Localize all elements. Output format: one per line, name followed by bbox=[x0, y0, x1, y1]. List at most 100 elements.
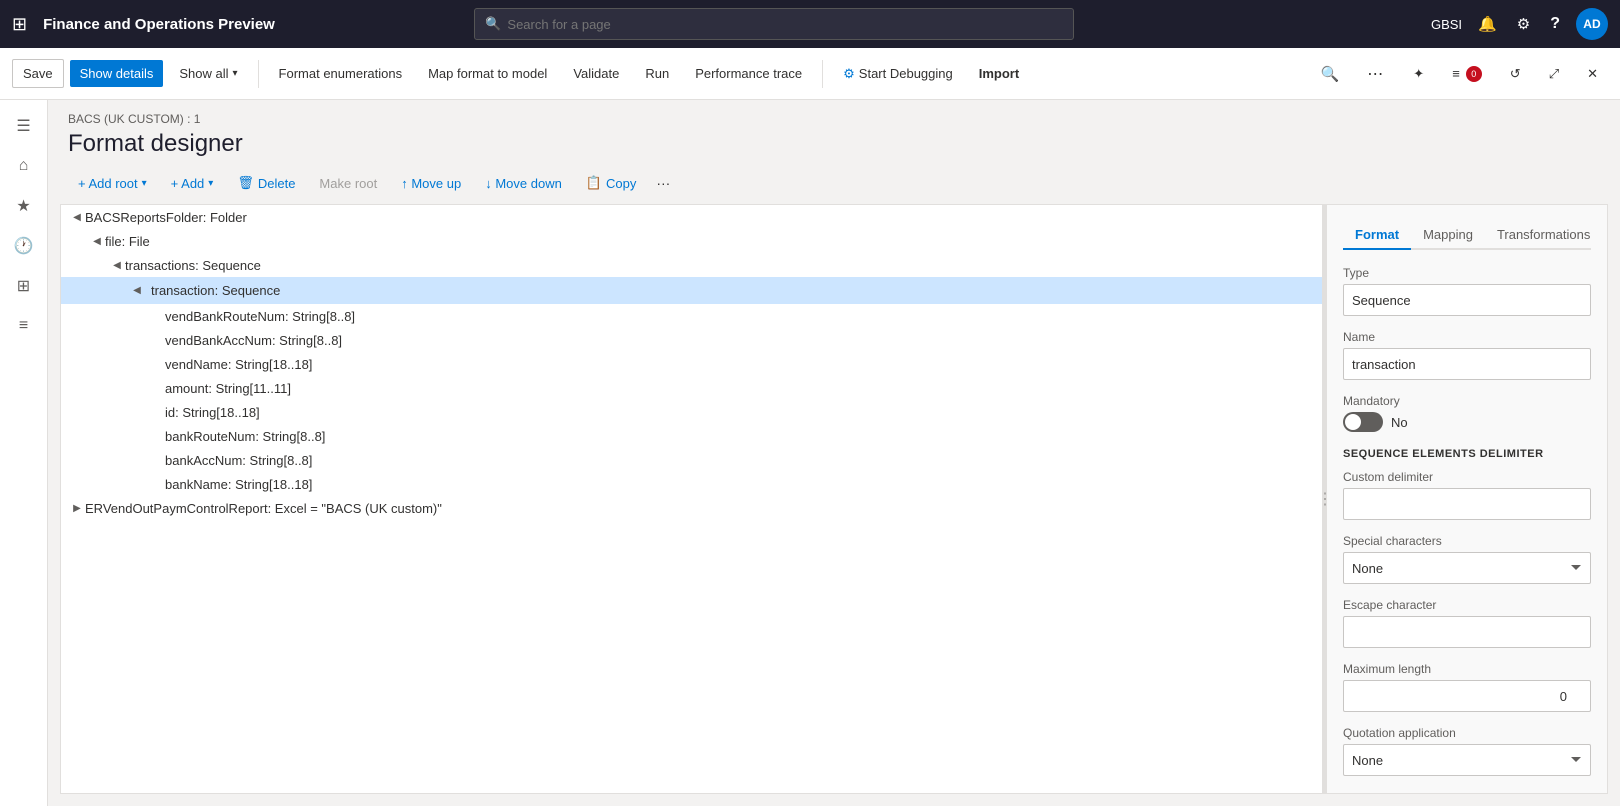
help-button[interactable]: ? bbox=[1546, 11, 1564, 37]
add-button[interactable]: + Add ▾ bbox=[161, 171, 224, 196]
toolbar-popout-button[interactable]: ⤢ bbox=[1539, 60, 1569, 88]
custom-delimiter-input[interactable] bbox=[1343, 488, 1591, 520]
tree-item[interactable]: vendName: String[18..18] bbox=[61, 352, 1322, 376]
toolbar-close-button[interactable]: ✕ bbox=[1577, 60, 1608, 88]
tree-item[interactable]: bankRouteNum: String[8..8] bbox=[61, 424, 1322, 448]
search-bar[interactable]: 🔍 bbox=[474, 8, 1074, 40]
tree-item-selected[interactable]: ◀ transaction: Sequence bbox=[61, 277, 1322, 304]
sidebar-hamburger[interactable]: ☰ bbox=[6, 108, 42, 144]
settings-button[interactable]: ⚙ bbox=[1513, 11, 1534, 37]
tree-item[interactable]: ▶ ERVendOutPaymControlReport: Excel = "B… bbox=[61, 496, 1322, 520]
type-input[interactable] bbox=[1343, 284, 1591, 316]
max-length-label: Maximum length bbox=[1343, 662, 1591, 676]
name-input[interactable] bbox=[1343, 348, 1591, 380]
delete-button[interactable]: 🗑 Delete bbox=[227, 170, 305, 196]
type-field-group: Type bbox=[1343, 266, 1591, 316]
max-length-input[interactable] bbox=[1343, 680, 1591, 712]
resize-handle[interactable] bbox=[1323, 205, 1327, 793]
sidebar-home[interactable]: ⌂ bbox=[6, 148, 42, 184]
mandatory-toggle[interactable] bbox=[1343, 412, 1383, 432]
validate-button[interactable]: Validate bbox=[563, 60, 629, 87]
search-input[interactable] bbox=[507, 17, 1063, 32]
tree-item[interactable]: bankName: String[18..18] bbox=[61, 472, 1322, 496]
sidebar-favorites[interactable]: ★ bbox=[6, 188, 42, 224]
tree-item[interactable]: ◀ BACSReportsFolder: Folder bbox=[61, 205, 1322, 229]
name-label: Name bbox=[1343, 330, 1591, 344]
max-length-group: Maximum length bbox=[1343, 662, 1591, 712]
add-root-button[interactable]: + Add root ▾ bbox=[68, 171, 157, 196]
make-root-button: Make root bbox=[309, 171, 387, 196]
show-all-button[interactable]: Show all ▾ bbox=[169, 60, 247, 87]
main-toolbar: Save Show details Show all ▾ Format enum… bbox=[0, 48, 1620, 100]
breadcrumb: BACS (UK CUSTOM) : 1 bbox=[68, 112, 1600, 126]
tree-item[interactable]: id: String[18..18] bbox=[61, 400, 1322, 424]
expand-icon[interactable]: ◀ bbox=[129, 283, 145, 299]
search-icon: 🔍 bbox=[485, 16, 501, 32]
page-header: BACS (UK CUSTOM) : 1 Format designer bbox=[48, 100, 1620, 166]
tab-validations[interactable]: Validations bbox=[1602, 221, 1607, 250]
tab-format[interactable]: Format bbox=[1343, 221, 1411, 250]
sidebar-apps[interactable]: ⊞ bbox=[6, 268, 42, 304]
more-actions-button[interactable]: ··· bbox=[650, 171, 676, 195]
toolbar-refresh-button[interactable]: ↺ bbox=[1500, 60, 1531, 88]
escape-char-label: Escape character bbox=[1343, 598, 1591, 612]
grid-icon[interactable]: ⊞ bbox=[12, 14, 27, 35]
format-enumerations-button[interactable]: Format enumerations bbox=[269, 60, 413, 87]
app-title: Finance and Operations Preview bbox=[43, 16, 275, 33]
country-code: GBSI bbox=[1431, 17, 1462, 32]
main-layout: ☰ ⌂ ★ 🕐 ⊞ ≡ BACS (UK CUSTOM) : 1 Format … bbox=[0, 100, 1620, 806]
copy-button[interactable]: 📋 Copy bbox=[576, 170, 647, 196]
tree-item[interactable]: bankAccNum: String[8..8] bbox=[61, 448, 1322, 472]
action-toolbar: + Add root ▾ + Add ▾ 🗑 Delete Make root … bbox=[48, 166, 1620, 204]
mandatory-label: Mandatory bbox=[1343, 394, 1591, 408]
top-nav: ⊞ Finance and Operations Preview 🔍 GBSI … bbox=[0, 0, 1620, 48]
toolbar-extensions-button[interactable]: ≡ 0 bbox=[1442, 60, 1492, 88]
sidebar-recent[interactable]: 🕐 bbox=[6, 228, 42, 264]
quotation-label: Quotation application bbox=[1343, 726, 1591, 740]
custom-delimiter-label: Custom delimiter bbox=[1343, 470, 1591, 484]
toolbar-search-button[interactable]: 🔍 bbox=[1311, 59, 1350, 89]
import-button[interactable]: Import bbox=[969, 60, 1029, 87]
expand-icon[interactable]: ▶ bbox=[69, 500, 85, 516]
split-view: ◀ BACSReportsFolder: Folder ◀ file: File… bbox=[60, 204, 1608, 794]
move-up-button[interactable]: ↑ Move up bbox=[391, 171, 471, 196]
sidebar: ☰ ⌂ ★ 🕐 ⊞ ≡ bbox=[0, 100, 48, 806]
expand-icon[interactable]: ◀ bbox=[69, 209, 85, 225]
panel-tabs: Format Mapping Transformations Validatio… bbox=[1343, 221, 1591, 250]
map-format-button[interactable]: Map format to model bbox=[418, 60, 557, 87]
tab-transformations[interactable]: Transformations bbox=[1485, 221, 1602, 250]
tree-item[interactable]: vendBankAccNum: String[8..8] bbox=[61, 328, 1322, 352]
copy-icon: 📋 bbox=[586, 175, 602, 191]
tree-item[interactable]: vendBankRouteNum: String[8..8] bbox=[61, 304, 1322, 328]
start-debugging-button[interactable]: ⚙ Start Debugging bbox=[833, 60, 963, 88]
top-nav-right: GBSI 🔔 ⚙ ? AD bbox=[1431, 8, 1608, 40]
tree-item[interactable]: ◀ transactions: Sequence bbox=[61, 253, 1322, 277]
notifications-button[interactable]: 🔔 bbox=[1474, 11, 1501, 37]
show-details-button[interactable]: Show details bbox=[70, 60, 164, 87]
expand-icon[interactable]: ◀ bbox=[89, 233, 105, 249]
tree-item[interactable]: ◀ file: File bbox=[61, 229, 1322, 253]
toolbar-sep-2 bbox=[822, 60, 823, 88]
toolbar-sep-1 bbox=[258, 60, 259, 88]
delete-icon: 🗑 bbox=[237, 175, 254, 191]
tab-mapping[interactable]: Mapping bbox=[1411, 221, 1485, 250]
custom-delimiter-group: Custom delimiter bbox=[1343, 470, 1591, 520]
expand-icon[interactable]: ◀ bbox=[109, 257, 125, 273]
sidebar-list[interactable]: ≡ bbox=[6, 308, 42, 344]
special-chars-label: Special characters bbox=[1343, 534, 1591, 548]
quotation-select[interactable]: None Always When needed bbox=[1343, 744, 1591, 776]
quotation-group: Quotation application None Always When n… bbox=[1343, 726, 1591, 776]
special-chars-select[interactable]: None New line Tab Space bbox=[1343, 552, 1591, 584]
tree-item[interactable]: amount: String[11..11] bbox=[61, 376, 1322, 400]
tree-panel: ◀ BACSReportsFolder: Folder ◀ file: File… bbox=[61, 205, 1323, 793]
performance-trace-button[interactable]: Performance trace bbox=[685, 60, 812, 87]
toolbar-connections-button[interactable]: ✦ bbox=[1403, 60, 1434, 88]
content-area: BACS (UK CUSTOM) : 1 Format designer + A… bbox=[48, 100, 1620, 806]
page-title: Format designer bbox=[68, 130, 1600, 158]
save-button[interactable]: Save bbox=[12, 59, 64, 88]
escape-char-input[interactable] bbox=[1343, 616, 1591, 648]
move-down-button[interactable]: ↓ Move down bbox=[475, 171, 572, 196]
avatar[interactable]: AD bbox=[1576, 8, 1608, 40]
run-button[interactable]: Run bbox=[635, 60, 679, 87]
toolbar-more-button[interactable]: ⋯ bbox=[1357, 58, 1395, 90]
